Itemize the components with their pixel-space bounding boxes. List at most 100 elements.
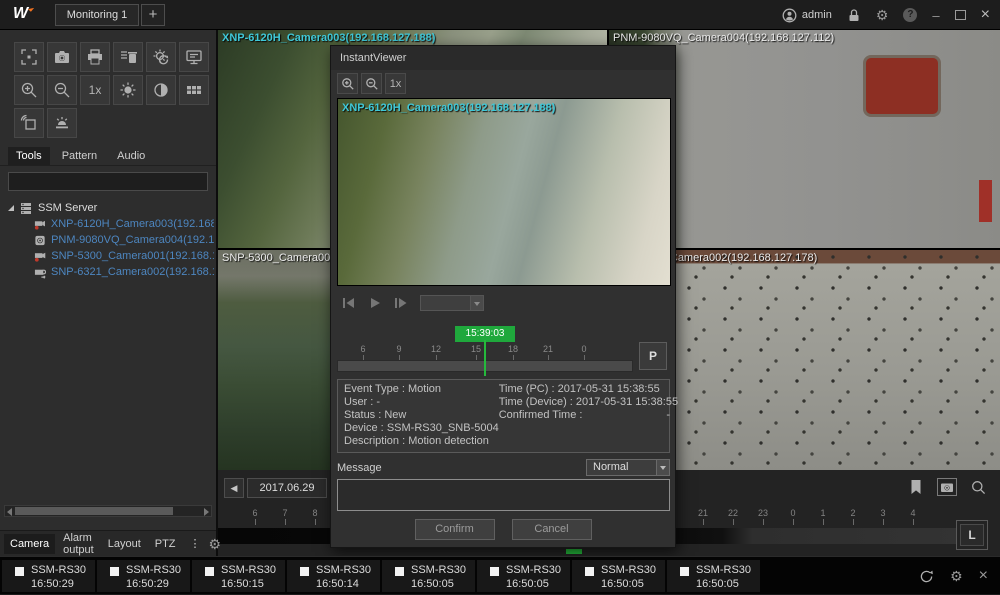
tree-node-camera002[interactable]: SNP-6321_Camera002(192.168.1.1 — [8, 264, 214, 280]
dialog-zoom-1x-button[interactable]: 1x — [385, 73, 406, 94]
dialog-timeline[interactable]: 15:39:03 6 9 12 15 18 21 0 — [337, 326, 633, 378]
step-forward-icon[interactable] — [393, 296, 409, 310]
tools-toolbar: 1x — [14, 42, 209, 138]
print-button[interactable] — [80, 42, 110, 72]
panel-gear-icon[interactable]: ⚙ — [209, 537, 222, 551]
search-zoom-icon[interactable] — [971, 480, 986, 495]
dialog-zoom-in-button[interactable] — [337, 73, 358, 94]
zoom-out-button[interactable] — [47, 75, 77, 105]
snapshot-icon — [940, 481, 954, 493]
delete-event-button[interactable] — [113, 42, 143, 72]
dropdown-arrow-icon[interactable] — [656, 460, 669, 475]
event-checkbox[interactable] — [110, 567, 119, 576]
current-date[interactable]: 2017.06.29 — [247, 478, 327, 498]
info-description: Description : Motion detection — [344, 435, 499, 448]
fullscreen-button[interactable] — [14, 42, 44, 72]
dialog-video[interactable]: XNP-6120H_Camera003(192.168.127.188) — [337, 98, 671, 286]
snapshot-tool[interactable] — [937, 478, 957, 496]
video-push-button[interactable] — [14, 108, 44, 138]
layout-grid-button[interactable] — [179, 75, 209, 105]
tab-camera[interactable]: Camera — [4, 534, 55, 554]
event-checkbox[interactable] — [300, 567, 309, 576]
device-tree: SSM Server XNP-6120H_Camera003(192.168.1… — [8, 200, 214, 280]
help-icon[interactable]: ? — [903, 8, 917, 22]
timeline-position-marker[interactable] — [566, 549, 582, 554]
tree-node-camera001[interactable]: SNP-5300_Camera001(192.168.10 — [8, 248, 214, 264]
event-checkbox[interactable] — [585, 567, 594, 576]
bookmark-icon[interactable] — [909, 479, 923, 495]
timeline-tick: 8 — [305, 508, 325, 525]
live-button[interactable]: L — [956, 520, 988, 550]
tree-horizontal-scrollbar[interactable] — [4, 505, 212, 517]
dialog-tick: 6 — [353, 344, 373, 360]
confirm-button[interactable]: Confirm — [415, 519, 495, 540]
scroll-left-icon[interactable] — [7, 508, 12, 516]
tab-layout[interactable]: Layout — [102, 534, 147, 554]
panorama-button[interactable]: P — [639, 342, 667, 370]
event-reset-button[interactable] — [146, 42, 176, 72]
priority-select[interactable]: Normal — [586, 459, 670, 476]
scroll-right-icon[interactable] — [204, 508, 209, 516]
event-chip[interactable]: SSM-RS3016:50:15 — [192, 560, 285, 592]
alarm-lamp-button[interactable] — [47, 108, 77, 138]
event-chip[interactable]: SSM-RS3016:50:05 — [667, 560, 760, 592]
tab-overflow-icon[interactable]: ⋮ — [184, 533, 207, 554]
event-checkbox[interactable] — [205, 567, 214, 576]
tab-alarm-output[interactable]: Alarm output — [57, 528, 100, 560]
event-bar-close-icon[interactable]: × — [979, 567, 988, 585]
brightness-button[interactable] — [113, 75, 143, 105]
step-backward-icon[interactable] — [341, 296, 357, 310]
tab-pattern[interactable]: Pattern — [54, 147, 105, 165]
event-chip[interactable]: SSM-RS3016:50:05 — [382, 560, 475, 592]
dialog-title[interactable]: InstantViewer — [331, 46, 675, 70]
tab-audio[interactable]: Audio — [109, 147, 153, 165]
event-chip[interactable]: SSM-RS3016:50:14 — [287, 560, 380, 592]
tree-node-server[interactable]: SSM Server — [8, 200, 214, 216]
minimize-button[interactable]: – — [932, 8, 939, 23]
tab-monitoring-1[interactable]: Monitoring 1 — [55, 4, 139, 26]
message-textarea[interactable] — [337, 479, 670, 511]
osd-button[interactable] — [179, 42, 209, 72]
zoom-1x-button[interactable]: 1x — [80, 75, 110, 105]
event-chip[interactable]: SSM-RS3016:50:05 — [477, 560, 570, 592]
play-icon[interactable] — [368, 296, 382, 310]
tab-tools[interactable]: Tools — [8, 147, 50, 165]
monitor-osd-icon — [185, 48, 203, 66]
event-checkbox[interactable] — [490, 567, 499, 576]
dialog-zoom-out-button[interactable] — [361, 73, 382, 94]
zoom-out-icon — [365, 77, 379, 91]
refresh-icon[interactable] — [919, 569, 934, 584]
scrollbar-thumb[interactable] — [15, 507, 173, 515]
dialog-position-marker[interactable] — [484, 340, 486, 376]
ptz-camera-icon — [34, 250, 46, 263]
snapshot-button[interactable] — [47, 42, 77, 72]
event-settings-gear-icon[interactable]: ⚙ — [950, 569, 963, 583]
maximize-button[interactable] — [955, 10, 966, 20]
prev-date-button[interactable]: ◀ — [224, 478, 244, 498]
add-tab-button[interactable]: + — [141, 4, 165, 26]
fullscreen-icon — [20, 48, 38, 66]
event-checkbox[interactable] — [395, 567, 404, 576]
user-menu[interactable]: admin — [782, 8, 832, 23]
event-checkbox[interactable] — [15, 567, 24, 576]
cancel-button[interactable]: Cancel — [512, 519, 592, 540]
tab-ptz[interactable]: PTZ — [149, 534, 182, 554]
zoom-out-icon — [53, 81, 71, 99]
tree-search-input[interactable] — [8, 172, 208, 191]
tree-node-camera003[interactable]: XNP-6120H_Camera003(192.168.1. — [8, 216, 214, 232]
expand-arrow-icon[interactable] — [8, 205, 14, 211]
event-chip[interactable]: SSM-RS3016:50:29 — [2, 560, 95, 592]
zoom-in-button[interactable] — [14, 75, 44, 105]
contrast-button[interactable] — [146, 75, 176, 105]
event-info-panel: Event Type : Motion User : - Status : Ne… — [337, 379, 670, 453]
lock-icon[interactable] — [847, 8, 861, 23]
priority-value: Normal — [593, 461, 628, 473]
settings-gear-icon[interactable]: ⚙ — [876, 8, 889, 22]
speed-select[interactable] — [420, 295, 484, 311]
event-chip[interactable]: SSM-RS3016:50:05 — [572, 560, 665, 592]
event-checkbox[interactable] — [680, 567, 689, 576]
event-chip[interactable]: SSM-RS3016:50:29 — [97, 560, 190, 592]
close-button[interactable]: × — [981, 8, 990, 22]
tree-node-camera004[interactable]: PNM-9080VQ_Camera004(192.168 — [8, 232, 214, 248]
grid-icon — [185, 81, 203, 99]
